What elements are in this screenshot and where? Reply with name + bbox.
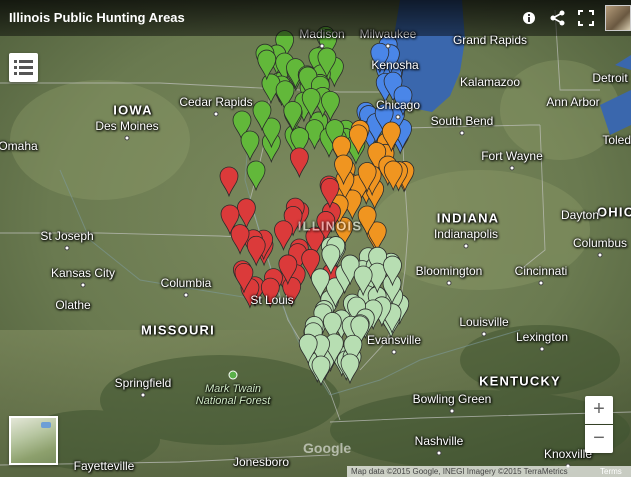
city-label-fayetteville: Fayetteville [73, 459, 135, 473]
title-bar: Illinois Public Hunting Areas [0, 0, 631, 36]
city-label-kenosha: Kenosha [371, 58, 419, 72]
map-canvas[interactable]: IOWA MISSOURI INDIANA KENTUCKY OHIO ILLINOIS M… [0, 0, 631, 477]
city-label-south-bend: South Bend [430, 114, 494, 128]
map-marker[interactable] [219, 166, 239, 198]
satellite-view-toggle[interactable] [9, 416, 58, 465]
city-dot [391, 349, 397, 355]
city-dot [436, 450, 442, 456]
city-dot [449, 408, 455, 414]
city-dot [385, 43, 391, 49]
city-label-st-joseph: St Joseph [40, 229, 94, 243]
city-label-columbia: Columbia [160, 276, 212, 290]
legend-button[interactable] [9, 53, 38, 82]
map-marker[interactable] [289, 147, 309, 179]
city-label-omaha: Omaha [0, 139, 38, 153]
city-dot [183, 292, 189, 298]
city-label-ann-arbor: Ann Arbor [546, 95, 600, 109]
city-dot [539, 346, 545, 352]
city-dot [213, 111, 219, 117]
city-label-bowling-green: Bowling Green [412, 392, 492, 406]
city-label-dayton: Dayton [560, 208, 600, 222]
marker-layer [219, 26, 415, 387]
city-label-st-louis: St Louis [250, 293, 294, 307]
city-dot [64, 245, 70, 251]
map-marker[interactable] [283, 101, 303, 132]
city-label-columbus: Columbus [572, 236, 628, 250]
city-dot [459, 130, 465, 136]
city-label-olathe: Olathe [55, 298, 91, 312]
zoom-in-button[interactable]: + [585, 396, 613, 424]
state-label-iowa: IOWA [113, 102, 153, 118]
park-label: Mark Twain National Forest [196, 383, 271, 407]
city-label-cedar-rapids: Cedar Rapids [179, 95, 253, 109]
city-label-jonesboro: Jonesboro [232, 455, 290, 469]
map-title: Illinois Public Hunting Areas [9, 10, 185, 25]
avatar[interactable] [605, 5, 631, 31]
city-dot [509, 165, 515, 171]
map-marker[interactable] [236, 198, 256, 229]
city-dot [124, 135, 130, 141]
fullscreen-icon[interactable] [576, 8, 596, 28]
list-icon [14, 60, 33, 75]
city-label-evansville: Evansville [366, 333, 422, 347]
city-label-lexington: Lexington [515, 330, 569, 344]
share-icon[interactable] [548, 8, 568, 28]
city-label-toledo: Toledo [602, 133, 631, 147]
park-name-line-1: Mark Twain [204, 383, 262, 395]
city-dot [481, 331, 487, 337]
park-name-line-2: National Forest [195, 395, 271, 407]
city-label-kansas-city: Kansas City [50, 266, 116, 280]
city-label-louisville: Louisville [459, 315, 509, 329]
map-marker[interactable] [274, 220, 293, 252]
city-dot [319, 43, 325, 49]
city-label-bloomington: Bloomington [415, 264, 483, 278]
city-label-des-moines: Des Moines [95, 119, 159, 133]
city-label-nashville: Nashville [414, 434, 464, 448]
state-label-missouri: MISSOURI [141, 322, 215, 338]
city-dot [140, 392, 146, 398]
state-label-ohio: OHIO [596, 204, 631, 220]
city-label-kalamazoo: Kalamazoo [459, 75, 521, 89]
city-dot [597, 252, 603, 258]
map-marker[interactable] [230, 224, 250, 255]
park-marker-icon [228, 370, 238, 380]
city-label-indianapolis: Indianapolis [433, 227, 499, 241]
info-icon[interactable] [519, 8, 539, 28]
city-label-detroit: Detroit [592, 71, 628, 85]
state-label-indiana: INDIANA [436, 210, 500, 226]
city-dot [463, 243, 469, 249]
city-label-cincinnati: Cincinnati [514, 264, 568, 278]
city-label-springfield: Springfield [114, 376, 172, 390]
state-label-illinois: ILLINOIS [297, 218, 363, 234]
city-dot [538, 280, 544, 286]
city-dot [80, 282, 86, 288]
city-label-chicago: Chicago [375, 98, 421, 112]
state-label-kentucky: KENTUCKY [479, 373, 561, 389]
map-marker[interactable] [240, 130, 260, 162]
map-marker[interactable] [311, 355, 331, 387]
city-label-fort-wayne: Fort Wayne [481, 149, 543, 163]
map-marker[interactable] [246, 160, 266, 192]
city-dot [395, 114, 401, 120]
terms-link[interactable]: Terms [600, 466, 622, 477]
zoom-out-button[interactable]: − [585, 425, 613, 453]
map-marker[interactable] [340, 353, 360, 385]
google-logo: Google [303, 440, 352, 456]
city-dot [446, 280, 452, 286]
map-attribution: Map data ©2015 Google, INEGI Imagery ©20… [347, 466, 631, 477]
